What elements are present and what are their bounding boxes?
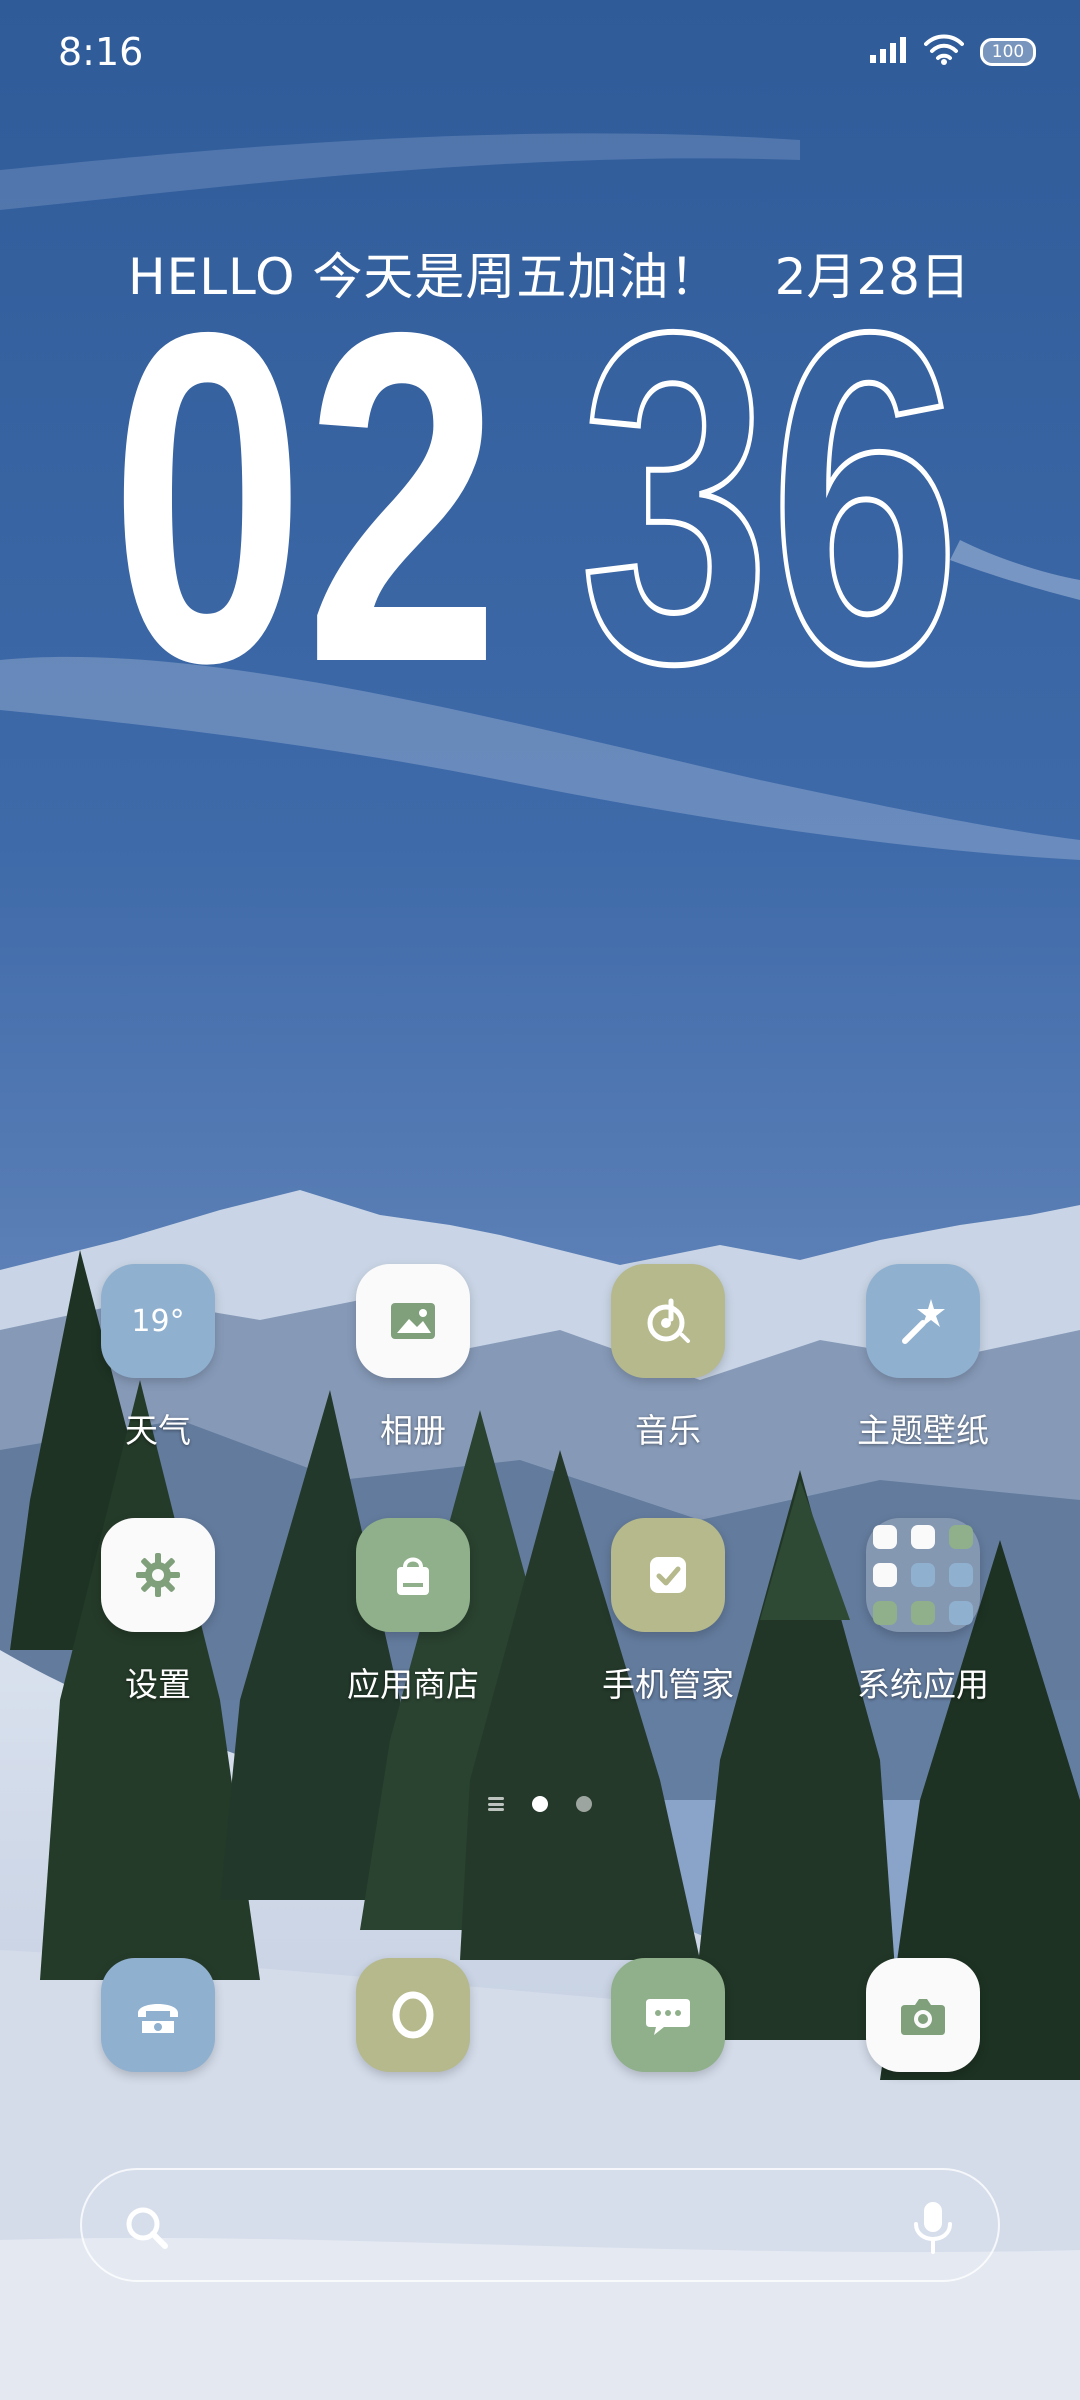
mini-app-icon <box>873 1601 897 1625</box>
status-icons: 100 <box>868 34 1036 70</box>
folder-preview <box>873 1525 973 1625</box>
weather-temp: 19° <box>131 1303 185 1339</box>
dock-browser[interactable] <box>313 1958 513 2072</box>
weather-icon[interactable]: 19° <box>101 1264 215 1378</box>
app-folder-system[interactable]: 系统应用 <box>823 1518 1023 1706</box>
microphone-icon[interactable] <box>908 2198 958 2260</box>
app-music[interactable]: 音乐 <box>568 1264 768 1452</box>
battery-icon: 100 <box>980 38 1036 66</box>
gear-icon[interactable] <box>101 1518 215 1632</box>
app-label: 设置 <box>125 1665 191 1704</box>
mini-app-icon <box>911 1525 935 1549</box>
mini-app-icon <box>873 1563 897 1587</box>
clock-minutes: 36 <box>580 295 960 695</box>
app-label: 相册 <box>380 1411 446 1450</box>
page-indicator[interactable] <box>0 1796 1080 1812</box>
app-label: 主题壁纸 <box>857 1411 989 1450</box>
page-dot-active[interactable] <box>532 1796 548 1812</box>
camera-icon[interactable] <box>866 1958 980 2072</box>
search-input[interactable] <box>192 2190 846 2266</box>
mini-app-icon <box>949 1525 973 1549</box>
mini-app-icon <box>949 1601 973 1625</box>
phone-icon[interactable] <box>101 1958 215 2072</box>
app-drawer-icon[interactable] <box>488 1797 504 1811</box>
app-weather[interactable]: 19° 天气 <box>58 1264 258 1452</box>
app-label: 系统应用 <box>857 1665 989 1704</box>
dock-camera[interactable] <box>823 1958 1023 2072</box>
mini-app-icon <box>873 1525 897 1549</box>
app-label: 应用商店 <box>347 1665 479 1704</box>
gallery-icon[interactable] <box>356 1264 470 1378</box>
app-gallery[interactable]: 相册 <box>313 1264 513 1452</box>
theme-icon[interactable] <box>866 1264 980 1378</box>
mini-app-icon <box>911 1601 935 1625</box>
app-label: 手机管家 <box>602 1665 734 1704</box>
browser-icon[interactable] <box>356 1958 470 2072</box>
app-theme[interactable]: 主题壁纸 <box>823 1264 1023 1452</box>
shopping-bag-icon[interactable] <box>356 1518 470 1632</box>
dock-messages[interactable] <box>568 1958 768 2072</box>
mini-app-icon <box>911 1563 935 1587</box>
music-icon[interactable] <box>611 1264 725 1378</box>
app-store[interactable]: 应用商店 <box>313 1518 513 1706</box>
page-dot[interactable] <box>576 1796 592 1812</box>
signal-icon <box>868 35 908 69</box>
dock-phone[interactable] <box>58 1958 258 2072</box>
clock-hours: 02 <box>110 295 500 695</box>
app-phone-manager[interactable]: 手机管家 <box>568 1518 768 1706</box>
mini-app-icon <box>949 1563 973 1587</box>
app-label: 音乐 <box>635 1411 701 1450</box>
security-check-icon[interactable] <box>611 1518 725 1632</box>
clock-widget[interactable]: 02 36 <box>110 295 970 695</box>
app-settings[interactable]: 设置 <box>58 1518 258 1706</box>
search-icon[interactable] <box>122 2203 172 2257</box>
wifi-icon <box>924 34 964 70</box>
status-time: 8:16 <box>58 30 144 74</box>
message-icon[interactable] <box>611 1958 725 2072</box>
search-bar[interactable] <box>80 2168 1000 2282</box>
folder-icon[interactable] <box>866 1518 980 1632</box>
app-label: 天气 <box>125 1411 191 1450</box>
